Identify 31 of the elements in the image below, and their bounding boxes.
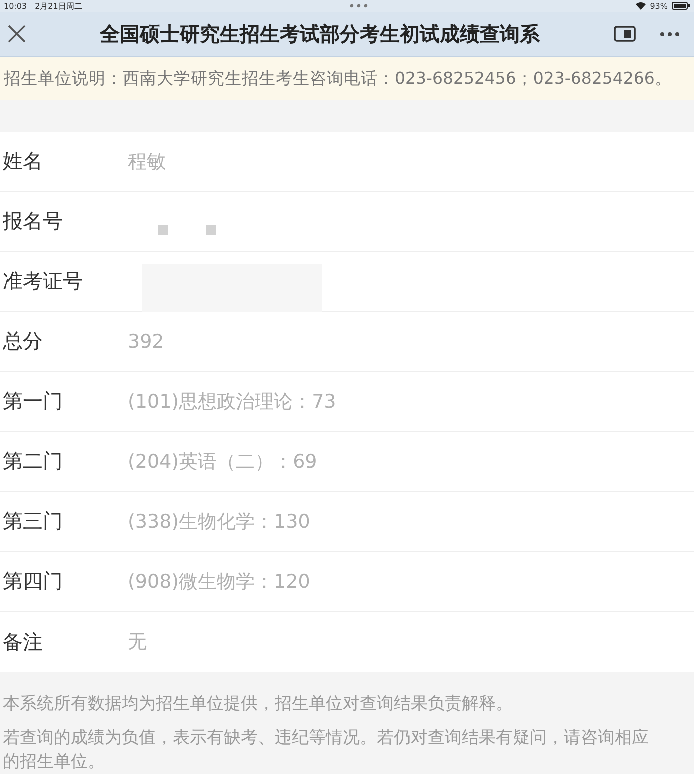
field-label: 总分 (2, 328, 44, 355)
notice-text: 招生单位说明：西南大学研究生招生考生咨询电话：023-68252456；023-68254266。 (4, 68, 672, 90)
window-icon[interactable] (614, 26, 636, 42)
field-label: 备注 (2, 628, 44, 656)
field-label: 第二门 (2, 448, 64, 475)
field-value: (908)微生物学：120 (128, 570, 310, 594)
field-value: (338)生物化学：130 (128, 510, 310, 534)
field-value: 392 (128, 330, 164, 352)
battery-percent: 93% (650, 2, 668, 10)
status-date: 2月21日周二 (35, 0, 82, 12)
status-time: 10:03 (4, 2, 28, 10)
field-label: 报名号 (2, 208, 64, 235)
more-icon[interactable] (660, 32, 680, 36)
field-value: 无 (128, 630, 147, 655)
field-label: 准考证号 (2, 268, 84, 295)
redaction-mark (206, 224, 216, 234)
footer-note: 若查询的成绩为负值，表示有缺考、违纪等情况。若仍对查询结果有疑问，请咨询相应的招生单位。 (3, 727, 650, 774)
dots-icon (350, 4, 368, 8)
redaction-mark (158, 224, 168, 234)
wifi-icon (636, 2, 646, 10)
field-value: (101)思想政治理论：73 (128, 390, 336, 414)
field-label: 姓名 (2, 148, 44, 175)
page-title: 全国硕士研究生招生考试部分考生初试成绩查询系 (100, 20, 541, 48)
field-value: 程敏 (128, 150, 166, 174)
field-label: 第三门 (2, 508, 64, 535)
close-icon[interactable] (8, 25, 26, 43)
field-label: 第一门 (2, 388, 64, 415)
field-value: (204)英语（二）：69 (128, 450, 318, 474)
field-label: 第四门 (2, 568, 64, 595)
footer-note: 本系统所有数据均为招生单位提供，招生单位对查询结果负责解释。 (3, 693, 514, 716)
battery-icon (672, 2, 690, 10)
